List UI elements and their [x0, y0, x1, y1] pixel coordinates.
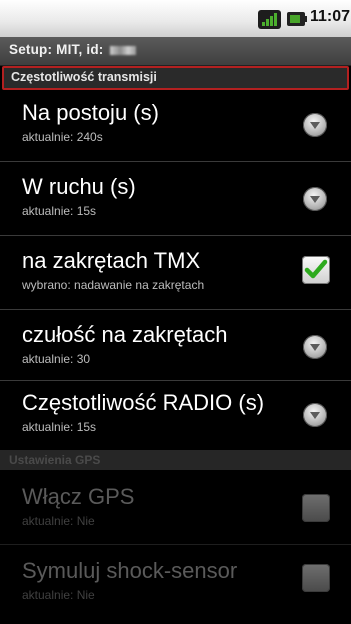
pref-title: Włącz GPS — [22, 484, 135, 509]
category-header-gps: Ustawienia GPS — [0, 450, 351, 470]
battery-icon — [287, 12, 307, 26]
pref-item-wlacz-gps[interactable]: Włącz GPS aktualnie: Nie — [0, 472, 351, 544]
pref-title: czułość na zakrętach — [22, 322, 228, 347]
pref-item-czulosc[interactable]: czułość na zakrętach aktualnie: 30 — [0, 310, 351, 382]
pref-item-na-zakretach-tmx[interactable]: na zakrętach TMX wybrano: nadawanie na z… — [0, 236, 351, 308]
dropdown-icon — [303, 403, 327, 427]
dropdown-icon — [303, 335, 327, 359]
pref-summary: aktualnie: 240s — [22, 130, 103, 144]
pref-summary: aktualnie: Nie — [22, 588, 95, 602]
pref-summary: aktualnie: 30 — [22, 352, 91, 366]
category-label: Ustawienia GPS — [9, 453, 101, 467]
dropdown-icon — [303, 187, 327, 211]
pref-summary: aktualnie: 15s — [22, 204, 97, 218]
pref-item-symuluj-shock-sensor[interactable]: Symuluj shock-sensor aktualnie: Nie — [0, 546, 351, 618]
divider — [0, 544, 351, 545]
pref-item-na-postoju[interactable]: Na postoju (s) aktualnie: 240s — [0, 88, 351, 160]
checkbox-unchecked[interactable] — [302, 564, 330, 592]
pref-summary: aktualnie: Nie — [22, 514, 95, 528]
pref-title: Częstotliwość RADIO (s) — [22, 390, 265, 415]
dropdown-icon — [303, 113, 327, 137]
pref-title: na zakrętach TMX — [22, 248, 201, 273]
pref-title: Na postoju (s) — [22, 100, 159, 125]
pref-item-w-ruchu[interactable]: W ruchu (s) aktualnie: 15s — [0, 162, 351, 234]
page-title: Setup: MIT, id: — [9, 42, 137, 57]
title-bar: Setup: MIT, id: — [0, 37, 351, 66]
pref-summary: wybrano: nadawanie na zakrętach — [22, 278, 205, 292]
checkbox-checked[interactable] — [302, 256, 330, 284]
pref-summary: aktualnie: 15s — [22, 420, 97, 434]
pref-title: W ruchu (s) — [22, 174, 136, 199]
pref-item-czestotliwosc-radio[interactable]: Częstotliwość RADIO (s) aktualnie: 15s — [0, 378, 351, 450]
status-bar: 11:07 — [0, 0, 351, 37]
category-header-transmission: Częstotliwość transmisji — [2, 66, 349, 90]
signal-icon — [258, 10, 281, 29]
status-clock: 11:07 — [310, 8, 351, 25]
redacted-id — [110, 45, 137, 55]
category-label: Częstotliwość transmisji — [11, 70, 157, 84]
checkbox-unchecked[interactable] — [302, 494, 330, 522]
checkmark-icon — [304, 259, 328, 279]
pref-title: Symuluj shock-sensor — [22, 558, 238, 583]
